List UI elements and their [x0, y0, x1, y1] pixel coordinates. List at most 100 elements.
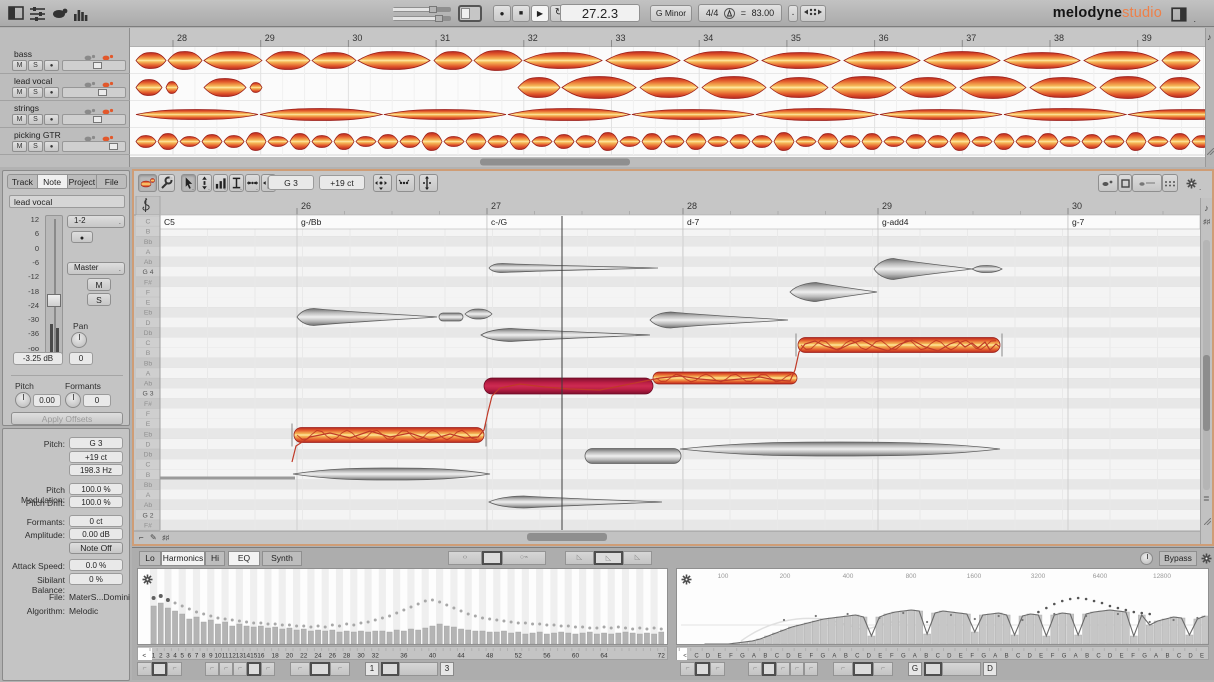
note-letter-label[interactable]: B: [763, 654, 767, 660]
eq-band[interactable]: [986, 613, 995, 645]
harmonic-number-label[interactable]: 22: [300, 653, 308, 660]
mixer-panel-icon[interactable]: [8, 6, 25, 21]
monitor-volume-slider[interactable]: [393, 6, 451, 13]
harmonic-number-label[interactable]: 48: [486, 653, 494, 660]
harmonic-bar[interactable]: [508, 632, 514, 645]
note-letter-label[interactable]: A: [752, 654, 756, 660]
chord-cell[interactable]: [486, 214, 684, 230]
grid-options-toggle[interactable]: [1162, 174, 1178, 192]
note-letter-label[interactable]: E: [1039, 654, 1043, 660]
track-hscrollbar[interactable]: [130, 157, 1205, 167]
eq-band[interactable]: [827, 617, 836, 645]
track-mute-button[interactable]: M: [12, 141, 27, 152]
blob-orange-icon[interactable]: [102, 49, 114, 61]
formant-offset-field[interactable]: 0: [83, 394, 111, 407]
harmonic-bar[interactable]: [365, 631, 371, 645]
eq-seg-1-4[interactable]: ⌐: [804, 662, 818, 676]
note-letter-label[interactable]: F: [1051, 654, 1055, 660]
harmonic-bar[interactable]: [422, 627, 429, 645]
harmonic-bar[interactable]: [250, 626, 257, 645]
note-letter-label[interactable]: D: [1108, 654, 1113, 660]
harmonic-dot[interactable]: [488, 617, 492, 621]
harmonic-bar[interactable]: [458, 628, 464, 645]
note-editor-canvas[interactable]: 26 27 28 29 30C5 g-/Bb c-/G d-7 g-add4 g-7CBBbAAb…: [134, 196, 1200, 544]
eq-band[interactable]: [1161, 618, 1170, 645]
eq-band[interactable]: [947, 611, 955, 645]
harmonic-number-label[interactable]: <: [142, 653, 146, 660]
track-mute-button[interactable]: M: [12, 60, 27, 71]
note-icon[interactable]: ♪: [1201, 203, 1212, 213]
harmonic-bar[interactable]: [608, 633, 615, 645]
note-letter-label[interactable]: G: [901, 654, 906, 660]
eq-band[interactable]: [875, 616, 884, 645]
harmonic-dot[interactable]: [473, 614, 477, 618]
note-letter-label[interactable]: A: [1074, 654, 1078, 660]
harmonic-number-label[interactable]: 40: [429, 653, 437, 660]
levels-icon[interactable]: [29, 6, 46, 21]
harmonic-bar[interactable]: [336, 631, 343, 645]
harmonic-dot[interactable]: [237, 619, 241, 623]
eq-seg-1-0[interactable]: ⌐: [748, 662, 762, 676]
tab-synth[interactable]: Synth: [262, 551, 302, 566]
harmonic-bar[interactable]: [472, 630, 479, 645]
mix-knob[interactable]: [1140, 552, 1153, 565]
eq-arc-dot[interactable]: [1124, 608, 1128, 612]
track-name-field[interactable]: lead vocal: [9, 195, 125, 208]
gear-dropdown-dot[interactable]: .: [1199, 183, 1201, 192]
harmonic-bar[interactable]: [293, 629, 300, 645]
harmonic-number-label[interactable]: 5: [180, 653, 184, 660]
harmonic-dot[interactable]: [395, 611, 399, 615]
harmonic-bar[interactable]: [172, 610, 178, 645]
tool-dropdown-dot[interactable]: .: [240, 185, 242, 192]
harmonic-bar[interactable]: [658, 631, 665, 645]
harmonic-dot[interactable]: [323, 625, 327, 629]
eq-band[interactable]: [955, 612, 963, 645]
eq-band[interactable]: [788, 626, 796, 645]
harmonic-dot[interactable]: [216, 616, 220, 620]
track-volume-handle[interactable]: [93, 62, 102, 69]
harmonic-bar[interactable]: [157, 602, 164, 645]
harmonic-bar[interactable]: [272, 626, 278, 645]
harmonic-bar[interactable]: [315, 629, 321, 645]
playback-volume-slider[interactable]: [393, 15, 451, 22]
harmonic-dot[interactable]: [452, 606, 456, 610]
panel-options-dot[interactable]: .: [1193, 14, 1196, 24]
harmonic-bar[interactable]: [286, 627, 293, 645]
eq-band[interactable]: [1106, 609, 1114, 645]
harmonic-dot[interactable]: [180, 604, 184, 608]
harmonic-dot[interactable]: [195, 610, 198, 614]
harmonic-dot[interactable]: [158, 594, 163, 598]
eq-range-bar[interactable]: [942, 662, 981, 676]
harmonic-number-label[interactable]: 2: [159, 653, 163, 660]
eq-arc-dot[interactable]: [1076, 596, 1080, 600]
eq-arc-dot[interactable]: [1053, 602, 1056, 606]
harmonic-number-label[interactable]: 32: [372, 653, 380, 660]
note-cent-field[interactable]: +19 ct: [319, 175, 365, 190]
eq-band[interactable]: [915, 610, 923, 645]
note-blob[interactable]: [438, 312, 464, 322]
track-volume-handle[interactable]: [109, 143, 118, 150]
harmonic-number-label[interactable]: 16: [257, 653, 265, 660]
tempo-group[interactable]: 4/4 = 83.00: [698, 4, 782, 22]
level-value-field[interactable]: -3.25 dB: [13, 352, 63, 365]
eq-band[interactable]: [1114, 610, 1122, 645]
eq-band[interactable]: [859, 616, 868, 645]
note-letter-label[interactable]: D: [867, 654, 872, 660]
tab-project[interactable]: Project: [67, 174, 98, 189]
note-blob[interactable]: [584, 448, 682, 464]
pitch-modulation-button[interactable]: [419, 174, 438, 192]
blob-gray-icon[interactable]: [84, 103, 96, 115]
harmonic-dot[interactable]: [266, 622, 270, 626]
eq-band[interactable]: [1138, 614, 1146, 645]
harmonic-dot[interactable]: [302, 624, 306, 628]
harmonic-dot[interactable]: [595, 626, 599, 630]
wrench-button[interactable]: [158, 174, 175, 192]
harmonic-bar[interactable]: [644, 632, 650, 645]
harmonic-dot[interactable]: [545, 623, 549, 627]
timing-tool[interactable]: .: [245, 174, 260, 192]
track-volume-slider[interactable]: [62, 87, 126, 98]
harmonic-bar[interactable]: [415, 629, 421, 645]
harmonic-bar[interactable]: [544, 633, 550, 645]
harmonic-bar[interactable]: [300, 628, 307, 645]
track-solo-button[interactable]: S: [28, 87, 43, 98]
